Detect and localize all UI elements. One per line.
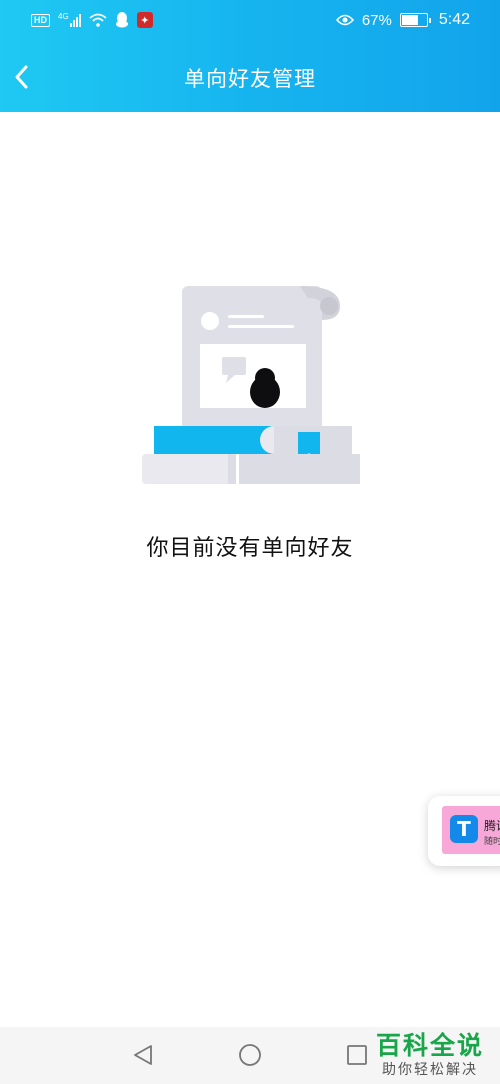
watermark-subtitle: 助你轻松解决 <box>382 1062 478 1078</box>
battery-percent: 67% <box>361 11 392 29</box>
page-title: 单向好友管理 <box>184 67 316 91</box>
square-recent-icon[interactable] <box>345 1043 369 1067</box>
hd-badge: HD <box>31 13 50 27</box>
wifi-icon <box>89 13 107 27</box>
floating-widget-title: 腾讯 <box>484 819 500 833</box>
status-left: HD 4G ✦ <box>31 12 153 28</box>
clock: 5:42 <box>438 11 470 28</box>
circle-home-icon[interactable] <box>238 1043 262 1067</box>
signal-icon: 4G <box>58 12 81 27</box>
qq-penguin-icon <box>115 12 128 28</box>
game-app-icon: ✦ <box>136 12 153 28</box>
watermark-logo: 百科全说 助你轻松解决 <box>374 1024 494 1080</box>
floating-widget-subtitle: 随时 <box>484 837 500 847</box>
header-background: HD 4G ✦ 67% 5:42 单向好友管理 <box>0 0 500 112</box>
watermark-title: 百科全说 <box>376 1031 485 1060</box>
triangle-back-icon[interactable] <box>131 1043 155 1067</box>
title-bar: 单向好友管理 <box>0 42 500 112</box>
empty-illustration <box>142 286 360 484</box>
battery-icon <box>399 13 431 27</box>
status-bar: HD 4G ✦ 67% 5:42 <box>0 0 500 42</box>
empty-state-message: 你目前没有单向好友 <box>146 536 354 561</box>
app-logo-icon: T <box>450 815 478 843</box>
status-right: 67% 5:42 <box>335 11 470 29</box>
eye-icon <box>335 14 354 26</box>
floating-widget-content: T 腾讯 随时 <box>442 806 500 854</box>
floating-app-widget[interactable]: T 腾讯 随时 <box>428 796 500 866</box>
